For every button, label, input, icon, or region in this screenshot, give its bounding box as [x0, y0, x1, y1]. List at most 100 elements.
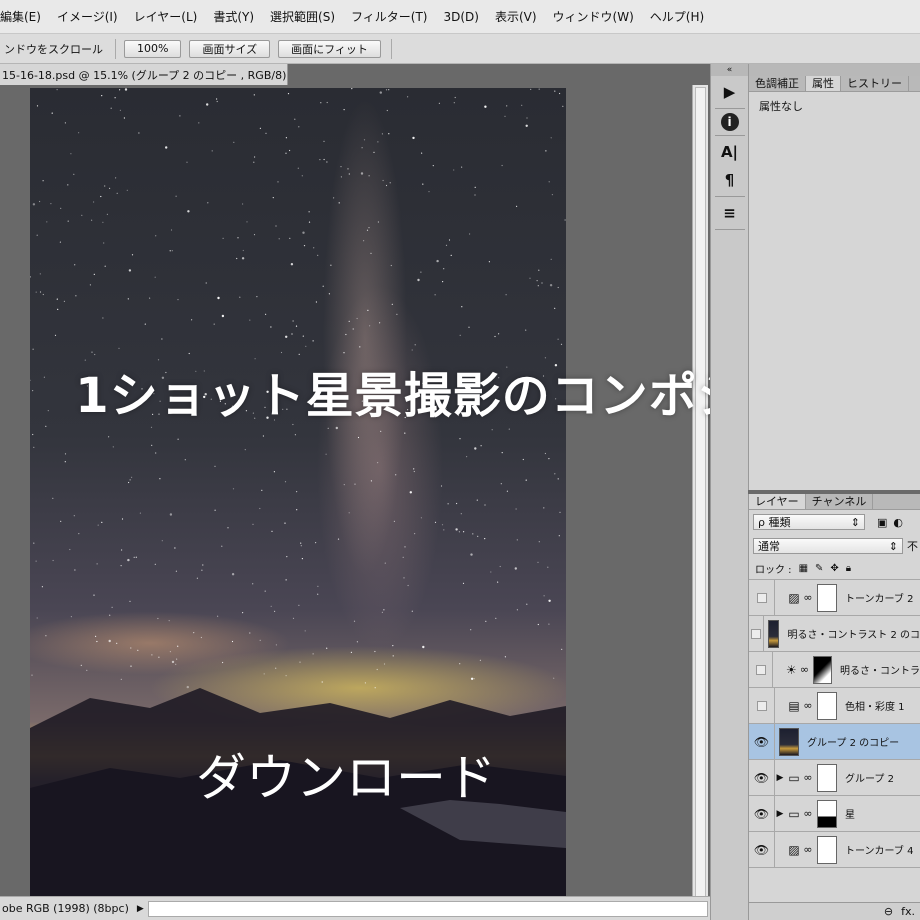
star	[259, 127, 261, 129]
paragraph-icon[interactable]: ¶	[714, 168, 746, 192]
menu-edit[interactable]: 編集(E)	[0, 8, 49, 25]
star	[377, 221, 379, 223]
menu-filter[interactable]: フィルター(T)	[343, 8, 435, 25]
menu-layer[interactable]: レイヤー(L)	[126, 8, 206, 25]
star	[231, 640, 234, 643]
star	[420, 271, 422, 273]
star	[30, 276, 31, 278]
star	[443, 529, 445, 531]
menu-select[interactable]: 選択範囲(S)	[262, 8, 343, 25]
star	[95, 635, 97, 638]
tab-history[interactable]: ヒストリー	[841, 76, 909, 91]
layer-row[interactable]: ▤ ∞ 色相・彩度 1	[749, 687, 920, 724]
visibility-toggle[interactable]	[749, 687, 775, 724]
star	[501, 164, 503, 167]
fill-screen-button[interactable]: 画面にフィット	[278, 39, 381, 58]
play-icon[interactable]: ▶	[714, 80, 746, 104]
star	[557, 478, 559, 480]
photoshop-window: 編集(E) イメージ(I) レイヤー(L) 書式(Y) 選択範囲(S) フィルタ…	[0, 0, 920, 920]
eye-icon[interactable]: 👁︎	[749, 759, 775, 796]
star	[484, 105, 487, 108]
star	[453, 102, 455, 104]
star	[211, 150, 213, 152]
tab-layers[interactable]: レイヤー	[749, 494, 806, 509]
visibility-toggle[interactable]	[749, 579, 775, 616]
lock-pixels-icon[interactable]: ✎	[815, 563, 823, 574]
star	[348, 320, 350, 322]
scrollbar-thumb[interactable]	[695, 87, 706, 907]
star	[80, 664, 82, 667]
star	[69, 548, 71, 551]
star	[135, 556, 137, 558]
blend-mode-select[interactable]: 通常 ⇕	[753, 538, 903, 554]
adjustment-filter-icon[interactable]: ◐	[893, 516, 903, 529]
expand-arrow-icon[interactable]: ▶	[775, 773, 785, 783]
scroll-all-windows-checkbox[interactable]: ンドウをスクロール	[4, 41, 103, 57]
eye-icon[interactable]: 👁︎	[749, 723, 775, 760]
collapse-icon[interactable]: «	[711, 64, 748, 76]
star	[165, 146, 168, 149]
link-icon[interactable]: ⊖	[884, 905, 893, 918]
horizontal-scrollbar[interactable]	[147, 900, 708, 917]
star	[537, 623, 539, 626]
tab-channels[interactable]: チャンネル	[806, 494, 874, 509]
visibility-toggle[interactable]	[749, 615, 764, 652]
brush-presets-icon[interactable]: ≡	[714, 201, 746, 225]
star	[417, 278, 420, 282]
visibility-toggle[interactable]	[749, 651, 774, 688]
eye-icon[interactable]: 👁︎	[749, 831, 775, 868]
star	[191, 319, 193, 321]
zoom-100-button[interactable]: 100%	[124, 39, 182, 58]
tab-adjustments[interactable]: 色調補正	[749, 76, 806, 91]
star	[442, 281, 444, 283]
star	[249, 632, 251, 634]
star	[470, 629, 472, 631]
menu-type[interactable]: 書式(Y)	[205, 8, 262, 25]
star	[553, 677, 555, 679]
layer-row[interactable]: 明るさ・コントラスト 2 のコ	[749, 615, 920, 652]
tab-properties[interactable]: 属性	[806, 76, 841, 91]
layer-row[interactable]: 👁︎ ▶ ▭ ∞ 星	[749, 795, 920, 832]
star	[343, 109, 345, 111]
star	[114, 97, 116, 99]
layer-row-selected[interactable]: 👁︎ グループ 2 のコピー	[749, 723, 920, 760]
star	[317, 585, 319, 587]
star	[548, 599, 551, 602]
star	[96, 640, 98, 643]
link-icon: ∞	[803, 771, 813, 784]
star	[440, 485, 443, 487]
layer-row[interactable]: ▨ ∞ トーンカーブ 2	[749, 579, 920, 616]
layer-row[interactable]: ☀ ∞ 明るさ・コントラ	[749, 651, 920, 688]
fx-icon[interactable]: fx.	[901, 905, 915, 918]
info-icon[interactable]: i	[720, 113, 739, 131]
image-filter-icon[interactable]: ▣	[877, 516, 887, 529]
layer-row[interactable]: 👁︎ ▶ ▭ ∞ グループ 2	[749, 759, 920, 796]
star	[42, 180, 44, 182]
eye-icon[interactable]: 👁︎	[749, 795, 775, 832]
lock-all-icon[interactable]: 🔒︎	[846, 563, 851, 574]
star	[50, 203, 52, 205]
lock-transparency-icon[interactable]: ▦	[799, 563, 808, 574]
layer-mask-thumb	[817, 583, 837, 612]
options-bar: ンドウをスクロール 100% 画面サイズ 画面にフィット	[0, 34, 920, 64]
star	[392, 645, 394, 647]
layer-row[interactable]: 👁︎ ▨ ∞ トーンカーブ 4	[749, 831, 920, 868]
lock-position-icon[interactable]: ✥	[830, 563, 838, 574]
document-tab[interactable]: 15-16-18.psd @ 15.1% (グループ 2 のコピー , RGB/…	[0, 64, 288, 85]
vertical-scrollbar[interactable]	[692, 85, 708, 920]
star	[459, 334, 461, 336]
menu-window[interactable]: ウィンドウ(W)	[545, 8, 642, 25]
star	[128, 269, 132, 272]
fit-screen-button[interactable]: 画面サイズ	[189, 39, 271, 58]
star	[420, 517, 422, 519]
character-icon[interactable]: A|	[714, 140, 746, 164]
expand-arrow-icon[interactable]: ▶	[775, 809, 785, 819]
star	[133, 556, 135, 558]
menu-view[interactable]: 表示(V)	[487, 8, 545, 25]
menu-image[interactable]: イメージ(I)	[49, 8, 126, 25]
star	[150, 426, 153, 428]
menu-help[interactable]: ヘルプ(H)	[642, 8, 712, 25]
status-menu-icon[interactable]: ▶	[137, 904, 144, 914]
menu-3d[interactable]: 3D(D)	[435, 10, 486, 24]
layer-filter-select[interactable]: ρ 種類 ⇕	[753, 514, 865, 530]
